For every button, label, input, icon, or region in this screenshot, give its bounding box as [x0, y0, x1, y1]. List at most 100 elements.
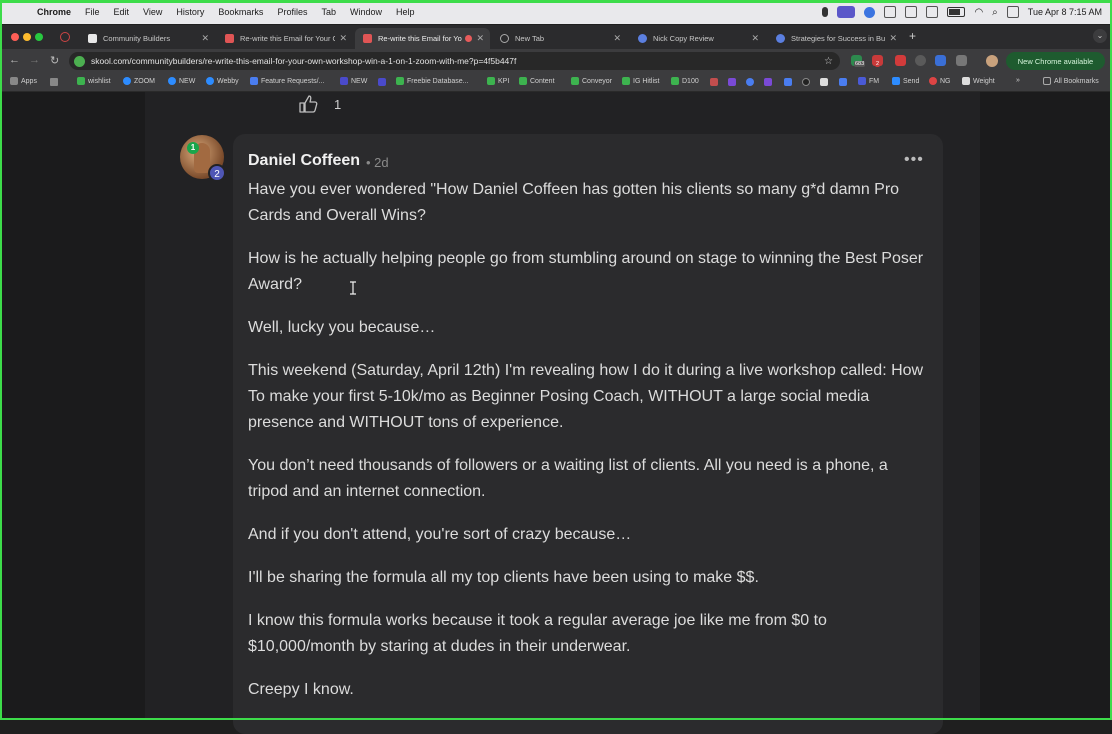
reload-icon[interactable]: ↻	[50, 54, 59, 67]
bookmark-new[interactable]: NEW	[168, 77, 195, 85]
bookmark-icon[interactable]	[764, 78, 772, 86]
menu-window[interactable]: Window	[343, 7, 389, 17]
bookmark-icon[interactable]	[728, 78, 736, 86]
bookmark-ng[interactable]: NG	[929, 77, 951, 85]
profile-avatar-icon[interactable]	[986, 55, 998, 67]
bookmark-new-2[interactable]: NEW	[340, 77, 367, 85]
thumbs-up-icon[interactable]	[298, 94, 318, 114]
wifi-icon[interactable]: ◠	[974, 7, 983, 18]
more-options-icon[interactable]: •••	[904, 151, 924, 169]
apps-grid-icon	[10, 77, 18, 85]
tab-rewrite-email-1[interactable]: Re-write this Email for Your O ✕	[217, 28, 353, 49]
bookmark-content[interactable]: Content	[519, 77, 555, 85]
spotlight-search-icon[interactable]: ⌕	[992, 7, 998, 18]
tab-close-icon[interactable]: ✕	[889, 33, 897, 44]
menu-bar-clock[interactable]: Tue Apr 8 7:15 AM	[1028, 7, 1102, 17]
tab-strategies[interactable]: Strategies for Success in Bus ✕	[768, 28, 903, 49]
tab-close-icon[interactable]: ✕	[201, 33, 209, 44]
extension-icon[interactable]: 683	[851, 55, 866, 67]
new-tab-button[interactable]: +	[909, 29, 916, 43]
menu-file[interactable]: File	[78, 7, 107, 17]
menu-tab[interactable]: Tab	[314, 7, 343, 17]
url-text[interactable]: skool.com/communitybuilders/re-write-thi…	[91, 56, 516, 66]
author-name[interactable]: Daniel Coffeen	[248, 152, 360, 170]
extension-icon[interactable]: 2	[872, 55, 883, 67]
bookmark-wishlist[interactable]: wishlist	[77, 77, 111, 85]
battery-icon[interactable]	[947, 7, 966, 17]
menu-bookmarks[interactable]: Bookmarks	[211, 7, 270, 17]
bookmark-label: FM	[869, 77, 880, 85]
bookmark-zoom[interactable]: ZOOM	[123, 77, 155, 85]
bookmark-label: Weight	[973, 77, 995, 85]
extension-badge: 683	[854, 61, 866, 67]
bookmark-icon	[858, 77, 866, 85]
arrow-icon[interactable]	[378, 78, 386, 86]
bookmark-webby[interactable]: Webby	[206, 77, 239, 85]
recording-indicator-icon[interactable]	[60, 32, 70, 42]
extension-icon[interactable]	[935, 55, 946, 66]
extension-badge: 2	[875, 61, 881, 67]
control-center-icon[interactable]	[1006, 6, 1019, 18]
tab-close-icon[interactable]: ✕	[476, 33, 484, 44]
extension-icon[interactable]	[915, 55, 926, 66]
mail-icon[interactable]	[926, 6, 939, 18]
window-close-button[interactable]	[11, 33, 19, 41]
bookmark-apps[interactable]: Apps	[10, 77, 37, 85]
bookmark-icon[interactable]	[746, 78, 754, 86]
bookmark-fm[interactable]: FM	[858, 77, 879, 85]
tab-close-icon[interactable]: ✕	[613, 33, 621, 44]
menu-help[interactable]: Help	[389, 7, 422, 17]
forward-icon[interactable]: →	[29, 54, 40, 66]
menu-profiles[interactable]: Profiles	[270, 7, 314, 17]
bookmark-label: wishlist	[88, 77, 111, 85]
tab-close-icon[interactable]: ✕	[751, 33, 759, 44]
bookmark-ig-hitlist[interactable]: IG Hitlist	[622, 77, 659, 85]
back-icon[interactable]: ←	[9, 54, 20, 66]
extensions-puzzle-icon[interactable]	[956, 55, 967, 66]
send-icon	[892, 77, 900, 85]
all-bookmarks-button[interactable]: All Bookmarks	[1043, 77, 1099, 85]
window-maximize-button[interactable]	[35, 33, 43, 41]
sheets-icon	[571, 77, 579, 85]
bookmark-kpi[interactable]: KPI	[487, 77, 509, 85]
bookmarks-overflow-button[interactable]: »	[1016, 77, 1020, 84]
menu-edit[interactable]: Edit	[107, 7, 137, 17]
menu-history[interactable]: History	[169, 7, 211, 17]
bookmark-feature-requests[interactable]: Feature Requests/...	[250, 77, 324, 85]
status-app-icon[interactable]	[864, 6, 876, 18]
bookmark-conveyor[interactable]: Conveyor	[571, 77, 612, 85]
bookmark-freebie-database[interactable]: Freebie Database...	[396, 77, 468, 85]
extension-icon[interactable]	[895, 55, 906, 66]
bookmark-d100[interactable]: D100	[671, 77, 699, 85]
microphone-icon[interactable]	[822, 7, 829, 17]
menu-extra-icon[interactable]	[884, 6, 897, 18]
tab-search-icon[interactable]: ⌄	[1093, 29, 1107, 43]
tab-new-tab[interactable]: New Tab ✕	[492, 28, 627, 49]
bookmark-send[interactable]: Send	[892, 77, 919, 85]
tab-nick-copy-review[interactable]: Nick Copy Review ✕	[630, 28, 765, 49]
screen-recording-icon[interactable]	[837, 6, 856, 18]
bookmark-icon[interactable]	[820, 78, 828, 86]
tab-rewrite-email-active[interactable]: Re-write this Email for Yo ✕	[355, 28, 490, 49]
post-timestamp: • 2d	[366, 155, 389, 170]
tab-close-icon[interactable]: ✕	[339, 33, 347, 44]
tab-community-builders[interactable]: Community Builders ✕	[80, 28, 215, 49]
bookmark-icon[interactable]	[710, 78, 718, 86]
tab-groups-icon[interactable]	[50, 78, 58, 86]
address-bar[interactable]: skool.com/communitybuilders/re-write-thi…	[69, 52, 840, 70]
bookmark-weight[interactable]: Weight	[962, 77, 995, 85]
update-chrome-button[interactable]: New Chrome available	[1006, 52, 1105, 70]
sheets-icon	[519, 77, 527, 85]
bookmark-star-icon[interactable]: ☆	[824, 56, 833, 67]
shield-icon[interactable]	[905, 6, 918, 18]
bookmark-icon[interactable]	[802, 78, 810, 86]
menu-view[interactable]: View	[136, 7, 169, 17]
window-minimize-button[interactable]	[23, 33, 31, 41]
bookmark-icon[interactable]	[784, 78, 792, 86]
chatgpt-favicon-icon	[638, 34, 647, 43]
chatgpt-favicon-icon	[776, 34, 785, 43]
site-info-icon[interactable]	[74, 55, 85, 67]
comment-paragraph: And if you don't attend, you're sort of …	[248, 526, 632, 543]
bookmark-icon[interactable]	[839, 78, 847, 86]
menu-app-name[interactable]: Chrome	[30, 7, 78, 17]
